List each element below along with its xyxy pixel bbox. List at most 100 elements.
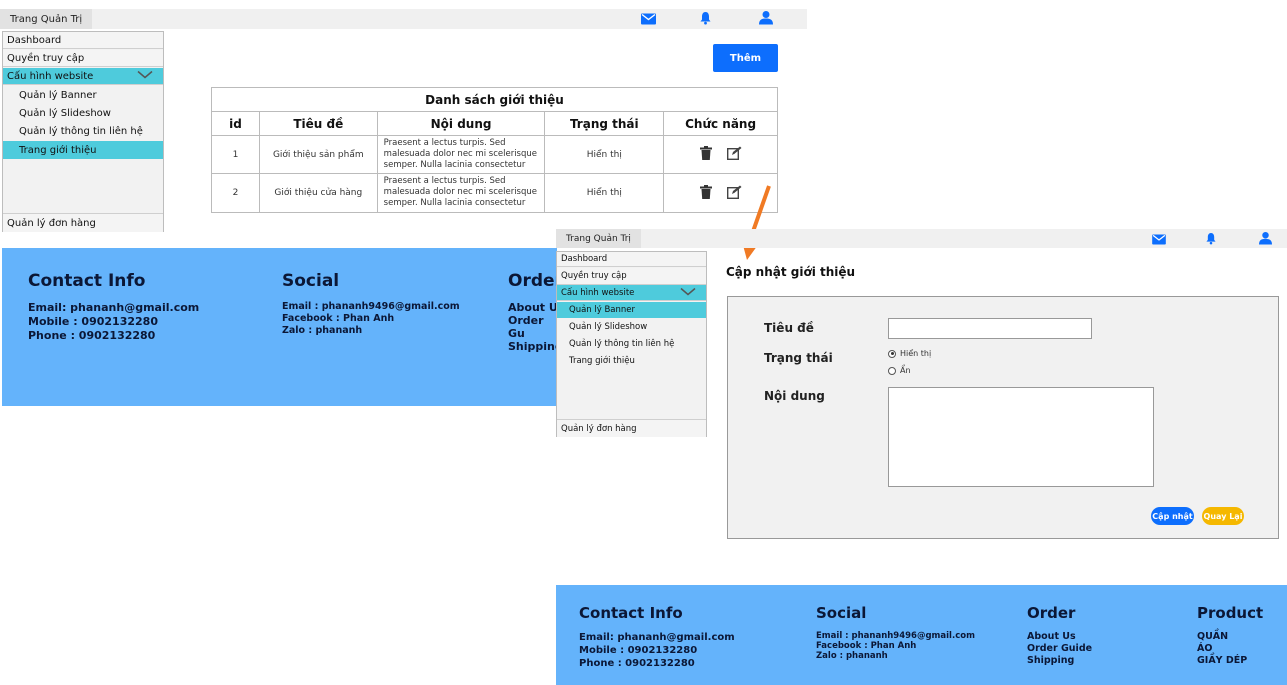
- footer-line: Phone : 0902132280: [579, 658, 695, 669]
- sidebar-item-access[interactable]: Quyền truy cập: [3, 50, 163, 67]
- radio-selected-icon[interactable]: [888, 349, 896, 358]
- sidebar-item-orders[interactable]: Quản lý đơn hàng: [3, 213, 163, 232]
- update-button[interactable]: Cập nhật: [1151, 507, 1194, 525]
- cell-content: Praesent a lectus turpis. Sed malesuada …: [383, 137, 537, 170]
- footer-link-shoes[interactable]: GIẦY DÉP: [1197, 655, 1263, 667]
- footer-link-shipping[interactable]: Shipping: [508, 340, 557, 353]
- radio-label: Ẩn: [900, 366, 911, 375]
- sidebar-subitem-about[interactable]: Trang giới thiệu: [557, 352, 706, 369]
- footer-line: Mobile : 0902132280: [579, 645, 698, 656]
- sidebar-item-label: Quản lý đơn hàng: [561, 423, 637, 434]
- trash-icon[interactable]: [699, 146, 712, 163]
- sidebar-item-config[interactable]: Cấu hình website: [557, 285, 706, 301]
- table-row: 2 Giới thiệu cửa hàng Praesent a lectus …: [211, 173, 778, 213]
- footer-order: Order About U Order Gu Shipping: [508, 271, 557, 353]
- footer-line: Email : phananh9496@gmail.com: [282, 301, 460, 312]
- footer-contact-title: Contact Info: [28, 271, 146, 291]
- sidebar-item-label: Quyền truy cập: [561, 271, 627, 281]
- chevron-down-icon[interactable]: [137, 70, 153, 82]
- sidebar-item-dashboard[interactable]: Dashboard: [557, 252, 706, 267]
- sidebar-item-label: Quản lý Banner: [569, 305, 636, 315]
- sidebar-item-config[interactable]: Cấu hình website: [3, 68, 163, 85]
- trash-icon[interactable]: [699, 184, 712, 202]
- cell-title: Giới thiệu cửa hàng: [258, 173, 378, 213]
- cell-actions: [663, 134, 778, 175]
- user-icon[interactable]: [759, 10, 773, 29]
- sidebar-subitem-banner[interactable]: Quản lý Banner: [557, 302, 706, 318]
- mail-icon[interactable]: [1152, 229, 1166, 248]
- sidebar-subitem-slideshow[interactable]: Quản lý Slideshow: [3, 104, 163, 122]
- user-icon[interactable]: [1259, 229, 1272, 248]
- sidebar-subitem-contact[interactable]: Quản lý thông tin liên hệ: [3, 122, 163, 141]
- content-textarea[interactable]: [888, 387, 1154, 487]
- footer-product-title: Product: [1197, 604, 1264, 622]
- sidebar-item-label: Quản lý Slideshow: [19, 107, 111, 119]
- footer-line: Email: phananh@gmail.com: [28, 301, 200, 314]
- sidebar-item-access[interactable]: Quyền truy cập: [557, 268, 706, 285]
- footer-order: Order About Us Order Guide Shipping: [1027, 604, 1092, 667]
- footer-line: Email: phananh@gmail.com: [579, 632, 735, 643]
- status-option-hide[interactable]: Ẩn: [888, 366, 911, 375]
- edit-icon[interactable]: [726, 146, 742, 163]
- footer-product: Product QUẦN ÁO GIẦY DÉP: [1197, 604, 1263, 667]
- footer-social: Social Email : phananh9496@gmail.com Fac…: [816, 604, 975, 661]
- sidebar-item-label: Quản lý Slideshow: [569, 321, 648, 332]
- cell-title: Giới thiệu sản phẩm: [258, 134, 378, 175]
- header-status: Trạng thái: [544, 111, 665, 136]
- content-label: Nội dung: [764, 389, 825, 403]
- footer-social: Social Email : phananh9496@gmail.com Fac…: [282, 271, 460, 337]
- footer-contact: Contact Info Email: phananh@gmail.com Mo…: [579, 604, 735, 670]
- flow-arrow-icon: [740, 185, 771, 260]
- sidebar-subitem-slideshow[interactable]: Quản lý Slideshow: [557, 318, 706, 335]
- sidebar-item-label: Trang giới thiệu: [19, 144, 97, 156]
- bell-icon[interactable]: [1206, 229, 1216, 248]
- add-button[interactable]: Thêm: [713, 44, 778, 72]
- sidebar-subitem-contact[interactable]: Quản lý thông tin liên hệ: [557, 335, 706, 352]
- sidebar-subitem-banner[interactable]: Quản lý Banner: [3, 86, 163, 104]
- footer-2: Contact Info Email: phananh@gmail.com Mo…: [556, 585, 1287, 685]
- intro-table: Danh sách giới thiệu id Tiêu đề Nội dung…: [211, 86, 778, 213]
- footer-link-pants[interactable]: QUẦN: [1197, 631, 1263, 643]
- footer-link-shirts[interactable]: ÁO: [1197, 643, 1263, 655]
- footer-order-title: Order: [508, 271, 557, 291]
- brand-title[interactable]: Trang Quản Trị: [556, 229, 641, 248]
- footer-link-about[interactable]: About U: [508, 301, 557, 314]
- footer-contact-title: Contact Info: [579, 604, 683, 622]
- back-button[interactable]: Quay Lại: [1202, 507, 1244, 525]
- radio-label: Hiển thị: [900, 349, 932, 358]
- sidebar-item-orders[interactable]: Quản lý đơn hàng: [557, 419, 706, 437]
- footer-link-shipping[interactable]: Shipping: [1027, 655, 1092, 667]
- brand-title[interactable]: Trang Quản Trị: [0, 9, 93, 29]
- table-title: Danh sách giới thiệu: [211, 86, 778, 113]
- status-label: Trạng thái: [764, 351, 833, 365]
- page-title: Cập nhật giới thiệu: [726, 265, 856, 279]
- bell-icon[interactable]: [700, 10, 711, 29]
- sidebar-item-label: Cấu hình website: [7, 70, 94, 82]
- footer-link-guide[interactable]: Order Guide: [1027, 643, 1092, 655]
- sidebar-item-label: Quản lý thông tin liên hệ: [569, 338, 675, 349]
- radio-icon[interactable]: [888, 366, 896, 375]
- sidebar-subitem-about[interactable]: Trang giới thiệu: [3, 141, 163, 159]
- header-content: Nội dung: [376, 111, 546, 136]
- mail-icon[interactable]: [641, 10, 656, 29]
- cell-status: Hiển thị: [544, 134, 665, 175]
- footer-link-about[interactable]: About Us: [1027, 631, 1092, 643]
- title-label: Tiêu đề: [764, 321, 814, 335]
- footer: Contact Info Email: phananh@gmail.com Mo…: [2, 248, 557, 406]
- footer-line: Facebook : Phan Anh: [282, 313, 395, 324]
- cell-content: Praesent a lectus turpis. Sed malesuada …: [383, 176, 537, 209]
- cell-status: Hiển thị: [544, 173, 665, 213]
- top-bar-2: Trang Quản Trị: [556, 229, 1287, 248]
- footer-line: Zalo : phananh: [282, 325, 363, 336]
- chevron-down-icon[interactable]: [680, 287, 696, 298]
- sidebar-item-label: Trang giới thiệu: [569, 355, 635, 366]
- sidebar-item-dashboard[interactable]: Dashboard: [3, 32, 163, 49]
- sidebar-item-label: Quản lý thông tin liên hệ: [19, 126, 143, 137]
- title-input[interactable]: [888, 318, 1092, 339]
- footer-social-title: Social: [282, 271, 340, 291]
- status-option-show[interactable]: Hiển thị: [888, 349, 931, 358]
- footer-link-guide[interactable]: Order Gu: [508, 314, 557, 340]
- footer-contact: Contact Info Email: phananh@gmail.com Mo…: [28, 271, 199, 343]
- top-bar: Trang Quản Trị: [0, 9, 807, 29]
- header-id: id: [211, 111, 260, 136]
